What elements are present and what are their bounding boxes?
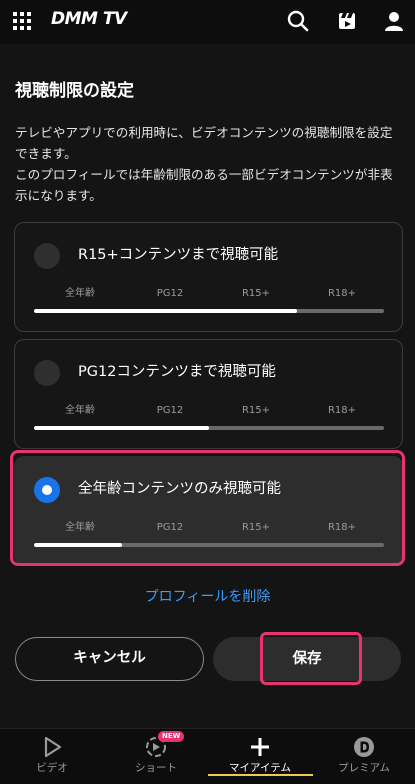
page-title: 視聴制限の設定: [15, 81, 134, 101]
nav-item-video[interactable]: ビデオ: [0, 729, 104, 784]
nav-label: ショート: [135, 762, 177, 774]
clapperboard-icon[interactable]: [336, 10, 358, 32]
restriction-option-pg12[interactable]: PG12コンテンツまで視聴可能 全年齢 PG12 R15+ R18+: [14, 339, 403, 449]
restriction-option-r15[interactable]: R15+コンテンツまで視聴可能 全年齢 PG12 R15+ R18+: [14, 222, 403, 332]
active-tab-indicator: [208, 774, 313, 776]
play-icon: [39, 735, 65, 759]
delete-profile-link[interactable]: プロフィールを削除: [0, 587, 415, 607]
description-line: できます。: [15, 146, 77, 161]
option-label: 全年齢コンテンツのみ視聴可能: [78, 481, 281, 497]
premium-icon: [351, 735, 377, 759]
option-label: PG12コンテンツまで視聴可能: [78, 364, 276, 380]
restriction-option-all-ages[interactable]: 全年齢コンテンツのみ視聴可能 全年齢 PG12 R15+ R18+: [14, 456, 403, 566]
tick-label: 全年齢: [65, 405, 95, 416]
nav-label: ビデオ: [36, 762, 68, 774]
dmm-tv-logo[interactable]: DMM TV: [51, 9, 127, 29]
option-label: R15+コンテンツまで視聴可能: [78, 247, 279, 263]
tick-label: R15+: [241, 405, 271, 416]
tick-label: PG12: [156, 288, 184, 299]
nav-label: マイアイテム: [229, 762, 291, 774]
level-fill: [34, 543, 122, 547]
nav-label: プレミアム: [338, 762, 390, 774]
description-line: このプロフィールでは年齢制限のある一部ビデオコンテンツが非表: [15, 167, 393, 182]
page-description: テレビやアプリでの利用時に、ビデオコンテンツの視聴制限を設定 できます。 このプ…: [15, 122, 405, 206]
tick-label: 全年齢: [65, 288, 95, 299]
save-button[interactable]: 保存: [213, 637, 401, 681]
level-fill: [34, 426, 209, 430]
tick-label: R15+: [241, 288, 271, 299]
search-icon[interactable]: [287, 10, 309, 32]
plus-icon: [247, 735, 273, 759]
cancel-button[interactable]: キャンセル: [15, 637, 204, 681]
radio-button-selected[interactable]: [34, 477, 60, 503]
tick-label: PG12: [156, 522, 184, 533]
nav-item-premium[interactable]: プレミアム: [312, 729, 415, 784]
description-line: 示になります。: [15, 188, 102, 203]
tick-label: R15+: [241, 522, 271, 533]
new-badge: NEW: [158, 731, 185, 742]
level-track: [34, 309, 384, 313]
level-track: [34, 426, 384, 430]
screen: DMM TV 視聴制限の設定 テレビやアプリでの利用時に、ビデオコンテンツの視聴…: [0, 0, 415, 784]
tick-label: R18+: [327, 288, 357, 299]
app-header: DMM TV: [0, 0, 415, 44]
bottom-nav: ビデオ ショート NEW マイアイテム プレミアム: [0, 728, 415, 784]
nav-item-shorts[interactable]: ショート: [104, 729, 208, 784]
tick-label: 全年齢: [65, 522, 95, 533]
level-track: [34, 543, 384, 547]
tick-label: R18+: [327, 522, 357, 533]
radio-button[interactable]: [34, 360, 60, 386]
menu-grid-icon[interactable]: [13, 12, 31, 30]
description-line: テレビやアプリでの利用時に、ビデオコンテンツの視聴制限を設定: [15, 125, 393, 140]
tick-label: PG12: [156, 405, 184, 416]
radio-dot: [42, 485, 52, 495]
level-fill: [34, 309, 297, 313]
radio-button[interactable]: [34, 243, 60, 269]
tick-label: R18+: [327, 405, 357, 416]
user-icon[interactable]: [383, 10, 405, 32]
